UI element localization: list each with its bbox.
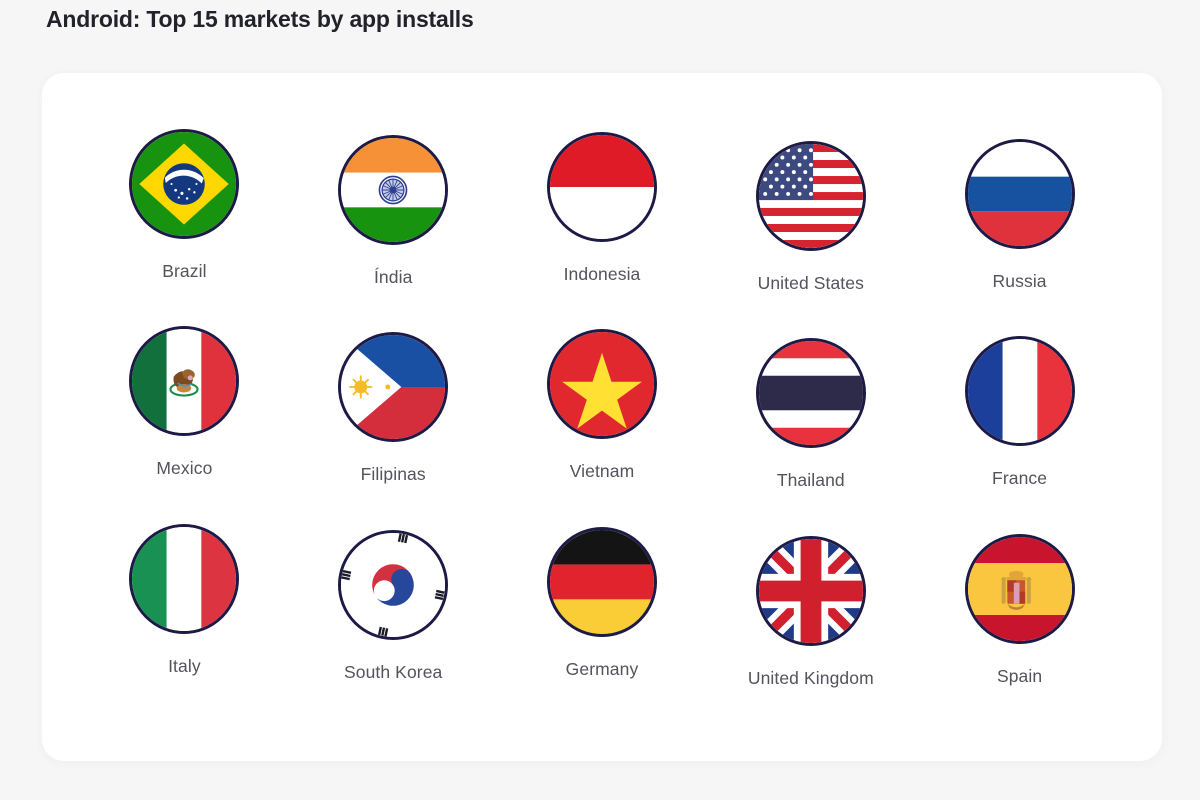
market-item-brazil[interactable]: Brazil	[80, 129, 289, 282]
flag-mexico-icon	[129, 326, 240, 437]
flag-philippines-icon	[338, 332, 449, 443]
market-label: Índia	[373, 267, 413, 287]
market-item-united-states[interactable]: United States	[706, 141, 915, 294]
flag-india-icon	[338, 135, 449, 245]
flag-south-korea-icon	[338, 529, 449, 640]
market-item-philippines[interactable]: Filipinas	[289, 332, 498, 485]
market-label: Brazil	[162, 261, 207, 281]
market-label: Germany	[565, 658, 639, 679]
flag-thailand-icon	[755, 338, 866, 449]
market-label: Mexico	[156, 458, 213, 479]
market-item-united-kingdom[interactable]: United Kingdom	[706, 535, 915, 689]
flag-brazil-icon	[129, 129, 240, 239]
page-title: Android: Top 15 markets by app installs	[46, 6, 474, 32]
flag-germany-icon	[546, 526, 657, 637]
market-label: Indonesia	[563, 264, 641, 284]
market-label: United Kingdom	[747, 667, 874, 688]
flag-indonesia-icon	[546, 132, 657, 242]
flag-united-kingdom-icon	[755, 535, 866, 646]
market-label: Spain	[996, 665, 1043, 686]
market-label: Italy	[168, 655, 201, 676]
market-item-mexico[interactable]: Mexico	[80, 326, 289, 479]
market-label: Filipinas	[360, 464, 426, 485]
market-label: United States	[757, 273, 864, 293]
market-item-russia[interactable]: Russia	[915, 139, 1124, 292]
markets-grid: Brazil Índia Indonesia United States Rus…	[42, 73, 1162, 761]
market-label: South Korea	[343, 661, 443, 682]
market-item-indonesia[interactable]: Indonesia	[498, 132, 707, 285]
market-item-vietnam[interactable]: Vietnam	[498, 329, 707, 482]
market-item-italy[interactable]: Italy	[80, 523, 289, 677]
market-label: Vietnam	[569, 461, 635, 482]
markets-card: Brazil Índia Indonesia United States Rus…	[42, 73, 1162, 761]
page-root: Android: Top 15 markets by app installs	[0, 0, 1200, 800]
flag-russia-icon	[964, 139, 1075, 249]
market-item-spain[interactable]: Spain	[915, 533, 1124, 687]
market-item-france[interactable]: France	[915, 336, 1124, 489]
flag-italy-icon	[129, 523, 240, 634]
market-label: Russia	[992, 271, 1047, 291]
market-item-thailand[interactable]: Thailand	[706, 338, 915, 491]
flag-spain-icon	[964, 533, 1075, 644]
market-label: France	[992, 468, 1048, 489]
flag-united-states-icon	[755, 141, 866, 251]
flag-vietnam-icon	[546, 329, 657, 440]
market-item-germany[interactable]: Germany	[498, 526, 707, 680]
market-item-india[interactable]: Índia	[289, 135, 498, 288]
market-item-south-korea[interactable]: South Korea	[289, 529, 498, 683]
flag-france-icon	[964, 336, 1075, 447]
market-label: Thailand	[776, 470, 845, 491]
